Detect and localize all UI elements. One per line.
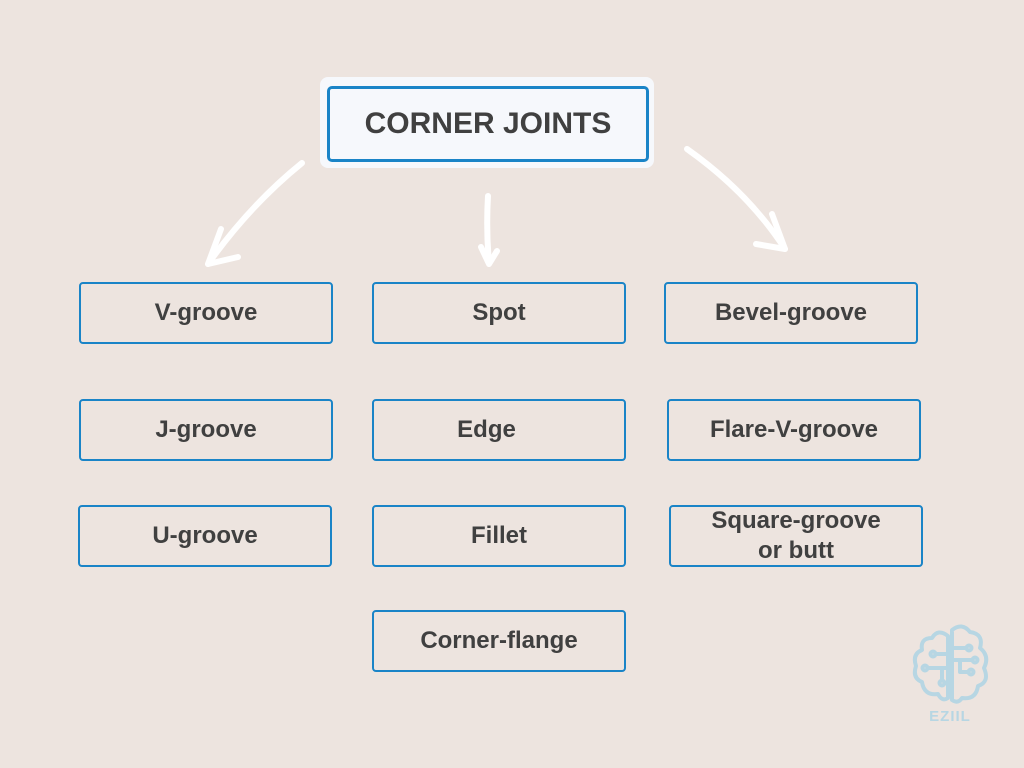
brand-name: EZIIL [929,708,971,725]
node-spot: Spot [372,282,626,344]
node-square-groove-line2: or butt [758,537,834,564]
node-corner-flange: Corner-flange [372,610,626,672]
diagram-title: CORNER JOINTS [327,86,649,162]
node-u-groove: U-groove [78,505,332,567]
node-edge: Edge [372,399,626,461]
node-fillet: Fillet [372,505,626,567]
node-flare-v-groove: Flare-V-groove [667,399,921,461]
node-bevel-groove: Bevel-groove [664,282,918,344]
arrow-right-icon [684,146,788,252]
arrow-center-icon [478,193,500,267]
arrow-left-icon [205,160,305,267]
node-v-groove: V-groove [79,282,333,344]
node-edge-label: Edge [457,416,516,443]
node-square-groove-or-butt: Square-groove or butt [669,505,923,567]
node-square-groove-line1: Square-groove [711,507,881,534]
node-j-groove: J-groove [79,399,333,461]
